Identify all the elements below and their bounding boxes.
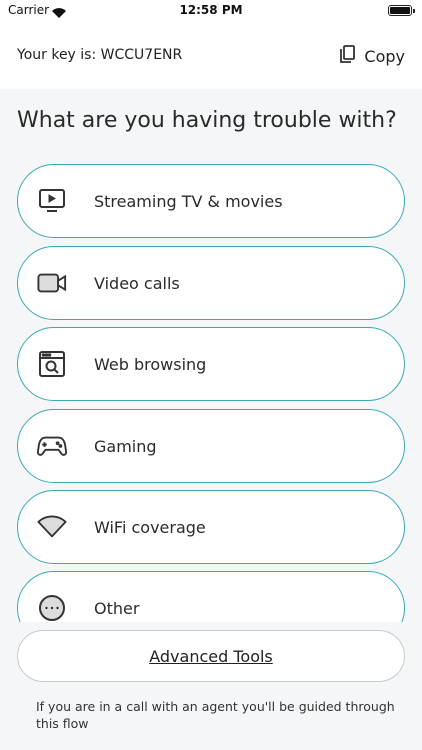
browser-search-icon bbox=[37, 349, 67, 379]
trouble-options-list[interactable]: Streaming TV & movies Video calls Web br… bbox=[0, 160, 422, 622]
gamepad-icon bbox=[37, 431, 67, 461]
option-other[interactable]: Other bbox=[17, 571, 405, 622]
option-label: Other bbox=[94, 598, 140, 618]
option-label: WiFi coverage bbox=[94, 517, 206, 537]
option-gaming[interactable]: Gaming bbox=[17, 409, 405, 483]
page-title: What are you having trouble with? bbox=[17, 108, 397, 133]
key-bar: Your key is: WCCU7ENR Copy bbox=[0, 24, 422, 89]
clock: 12:58 PM bbox=[179, 3, 243, 17]
video-camera-icon bbox=[37, 268, 67, 298]
copy-label: Copy bbox=[364, 46, 405, 66]
copy-icon bbox=[338, 44, 356, 68]
option-web-browsing[interactable]: Web browsing bbox=[17, 327, 405, 401]
copy-button[interactable]: Copy bbox=[338, 43, 405, 69]
option-label: Web browsing bbox=[94, 354, 207, 374]
option-label: Video calls bbox=[94, 273, 180, 293]
advanced-tools-label: Advanced Tools bbox=[149, 646, 273, 666]
option-streaming[interactable]: Streaming TV & movies bbox=[17, 164, 405, 238]
status-bar: Carrier 12:58 PM bbox=[0, 0, 422, 24]
footer-note: If you are in a call with an agent you'l… bbox=[36, 699, 395, 731]
more-dots-icon bbox=[37, 593, 67, 622]
option-label: Streaming TV & movies bbox=[94, 191, 283, 211]
option-label: Gaming bbox=[94, 436, 157, 456]
option-wifi-coverage[interactable]: WiFi coverage bbox=[17, 490, 405, 564]
advanced-tools-button[interactable]: Advanced Tools bbox=[17, 630, 405, 682]
battery-icon bbox=[388, 5, 415, 16]
key-text: Your key is: WCCU7ENR bbox=[17, 47, 183, 63]
wifi-icon bbox=[37, 512, 67, 542]
option-video-calls[interactable]: Video calls bbox=[17, 246, 405, 320]
tv-play-icon bbox=[37, 186, 67, 216]
